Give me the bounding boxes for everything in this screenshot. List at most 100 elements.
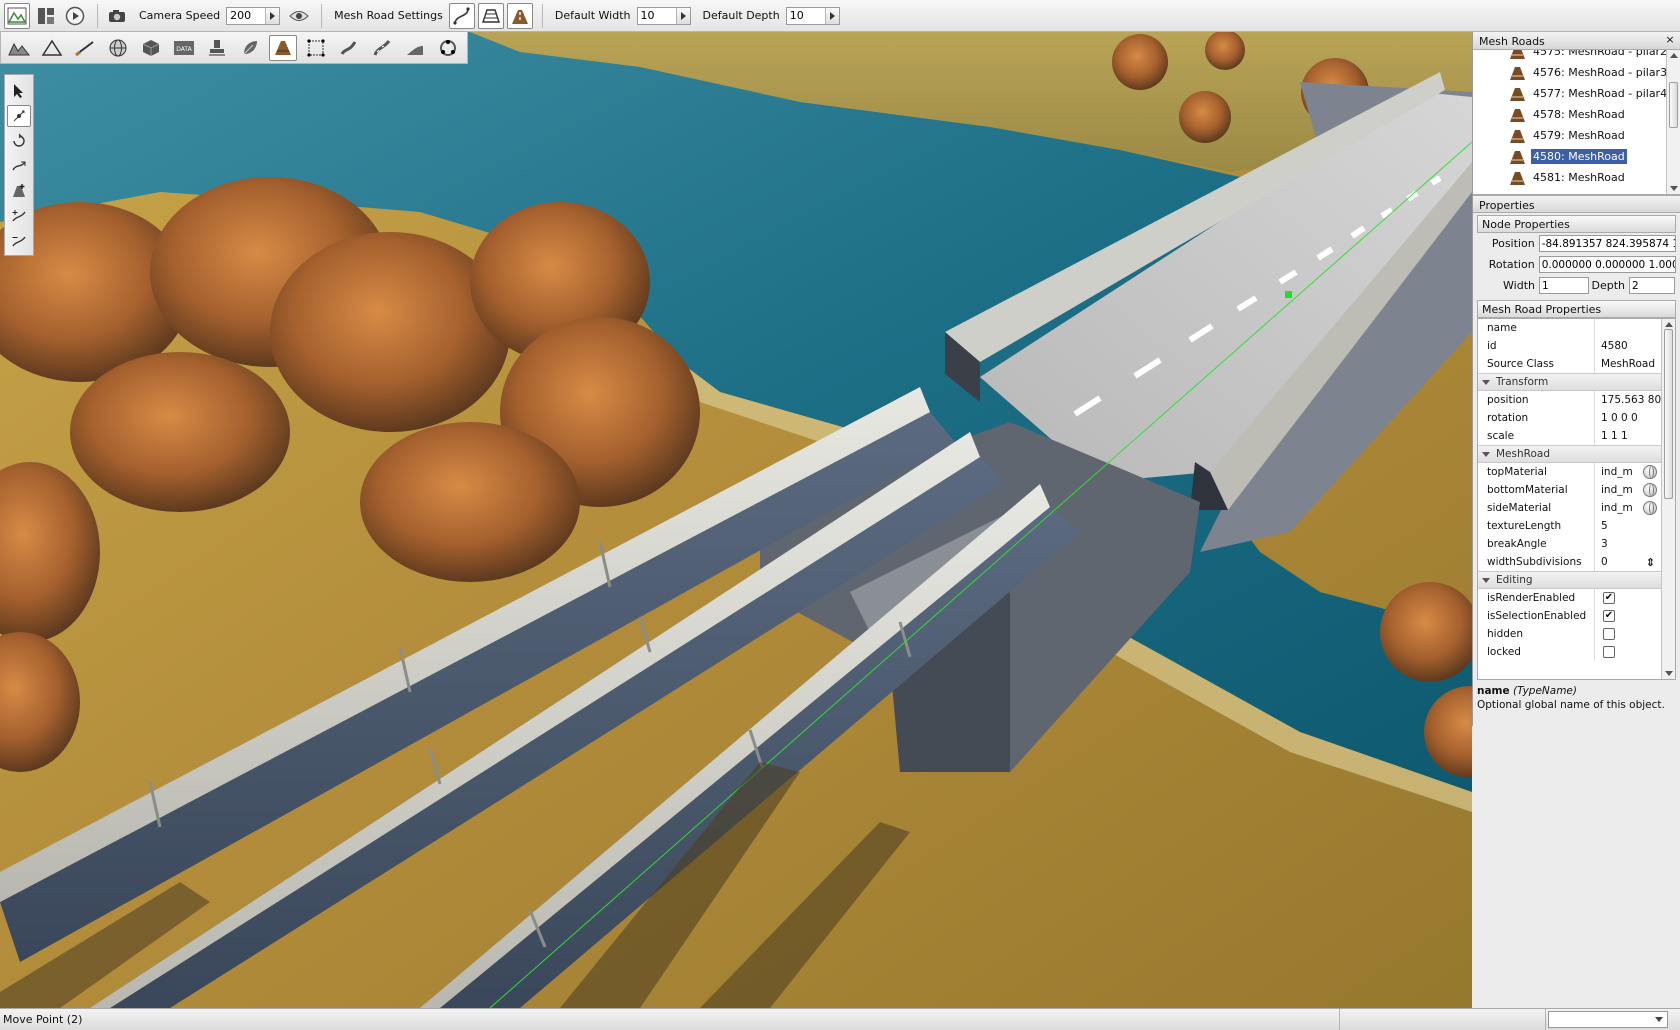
inspector-scrollbar[interactable] <box>1661 319 1675 679</box>
mesh-road-list-item[interactable]: 4577: MeshRoad - pilar4 <box>1473 83 1669 104</box>
inspector-field-row[interactable]: id 4580 <box>1478 337 1675 355</box>
inspector-field-row[interactable]: rotation 1 0 0 0 <box>1478 409 1675 427</box>
node-position-input[interactable] <box>1538 235 1676 252</box>
mesh-road-list-item[interactable]: 4575: MeshRoad - pilar2 <box>1473 50 1669 62</box>
material-picker-icon[interactable] <box>1643 465 1657 479</box>
inspector-field-row[interactable]: topMaterial ind_m <box>1478 463 1675 481</box>
create-road-tool-button[interactable] <box>7 180 31 202</box>
camera-speed-field[interactable] <box>226 6 281 25</box>
mesh-roads-tree[interactable]: 4581: MeshRoad 4580: MeshRoad 4579: MeshRo… <box>1473 50 1680 195</box>
inspector-field-row[interactable]: breakAngle 3 <box>1478 535 1675 553</box>
mesh-road-icon <box>1510 108 1525 122</box>
inspector-field-row[interactable]: textureLength 5 <box>1478 517 1675 535</box>
scroll-thumb[interactable] <box>1664 329 1673 499</box>
material-picker-icon[interactable] <box>1643 483 1657 497</box>
toolbar-separator <box>97 3 98 28</box>
mesh-road-editor-button[interactable] <box>269 34 297 61</box>
material-editor-button[interactable] <box>71 35 99 61</box>
decal-editor-button[interactable] <box>203 35 231 61</box>
mesh-road-inspector[interactable]: name id 4580 Source Class MeshRoad Transform p… <box>1477 318 1676 680</box>
rotate-point-tool-button[interactable] <box>7 130 31 152</box>
node-rotation-input[interactable] <box>1538 256 1676 273</box>
inspector-field-value-text: 5 <box>1601 520 1608 532</box>
mesh-road-list-item[interactable]: 4578: MeshRoad <box>1473 104 1627 125</box>
terrain-painter-button[interactable] <box>38 35 66 61</box>
inspector-section-header[interactable]: Transform <box>1478 373 1675 391</box>
remove-node-tool-button[interactable] <box>7 230 31 252</box>
node-depth-input[interactable] <box>1629 277 1675 294</box>
scroll-thumb[interactable] <box>1669 82 1678 128</box>
camera-speed-arrow[interactable] <box>265 7 280 24</box>
checkbox[interactable] <box>1603 646 1615 658</box>
default-width-label: Default Width <box>554 9 631 22</box>
selected-node-marker[interactable] <box>1285 291 1292 298</box>
camera-button[interactable] <box>104 3 130 29</box>
sketch-tool-button[interactable] <box>104 35 132 61</box>
mesh-road-list-item[interactable]: 4580: MeshRoad <box>1473 146 1627 167</box>
spline-mode-button[interactable] <box>448 2 475 29</box>
scene-viewport[interactable] <box>0 32 1472 1008</box>
spinner-icon[interactable]: ⇕ <box>1646 556 1655 569</box>
wireframe-mode-button[interactable] <box>477 2 504 29</box>
inspector-field-row[interactable]: scale 1 1 1 <box>1478 427 1675 445</box>
camera-speed-input[interactable] <box>227 7 266 24</box>
river-editor-button[interactable] <box>335 35 363 61</box>
forest-editor-button[interactable] <box>236 35 264 61</box>
add-node-tool-button[interactable] <box>7 205 31 227</box>
mesh-road-list-item[interactable]: 4581: MeshRoad <box>1473 167 1627 188</box>
scale-point-tool-button[interactable] <box>7 155 31 177</box>
mesh-roads-scrollbar[interactable] <box>1666 50 1680 194</box>
inspector-field-row[interactable]: position 175.563 800 <box>1478 391 1675 409</box>
datablock-editor-button[interactable] <box>137 35 165 61</box>
play-button[interactable] <box>62 3 88 29</box>
inspector-field-row[interactable]: name <box>1478 319 1675 337</box>
inspector-field-row[interactable]: sideMaterial ind_m <box>1478 499 1675 517</box>
status-combo[interactable] <box>1548 1011 1668 1028</box>
inspector-field-key: position <box>1487 394 1529 406</box>
road-icon <box>511 9 528 24</box>
checkbox[interactable]: ✔ <box>1603 592 1615 604</box>
scene-render[interactable] <box>0 32 1472 1008</box>
mesh-road-list-item[interactable]: 4576: MeshRoad - pilar3 <box>1473 62 1669 83</box>
move-point-tool-button[interactable] <box>7 105 31 127</box>
default-depth-field[interactable] <box>785 6 840 25</box>
road-render-button[interactable] <box>506 2 533 29</box>
data-button[interactable]: DATA <box>170 35 198 61</box>
checkbox[interactable] <box>1603 628 1615 640</box>
terrain-editor-button[interactable] <box>5 35 33 61</box>
inspector-field-row[interactable]: widthSubdivisions 0 ⇕ <box>1478 553 1675 571</box>
node-width-input[interactable] <box>1539 277 1589 294</box>
world-editor-button[interactable] <box>4 2 30 29</box>
particle-editor-button[interactable] <box>302 35 330 61</box>
select-tool-button[interactable] <box>7 80 31 102</box>
checkbox[interactable]: ✔ <box>1603 610 1615 622</box>
inspector-field-row[interactable]: hidden <box>1478 625 1675 643</box>
properties-panel-title: Properties <box>1473 195 1680 213</box>
material-picker-icon[interactable] <box>1643 501 1657 515</box>
inspector-field-row[interactable]: Source Class MeshRoad <box>1478 355 1675 373</box>
gui-editor-button[interactable] <box>33 3 59 29</box>
default-depth-input[interactable] <box>786 7 825 24</box>
inspector-section-header[interactable]: Editing <box>1478 571 1675 589</box>
scroll-up-icon[interactable] <box>1665 322 1673 327</box>
inspector-field-row[interactable]: isRenderEnabled ✔ <box>1478 589 1675 607</box>
close-icon[interactable]: × <box>1664 34 1676 46</box>
scroll-down-icon[interactable] <box>1670 186 1678 191</box>
inspector-section-header[interactable]: MeshRoad <box>1478 445 1675 463</box>
inspector-field-row[interactable]: isSelectionEnabled ✔ <box>1478 607 1675 625</box>
default-width-input[interactable] <box>637 7 676 24</box>
navmesh-editor-button[interactable] <box>434 35 462 61</box>
default-width-field[interactable] <box>636 6 691 25</box>
decal-road-editor-button[interactable] <box>401 35 429 61</box>
scroll-up-icon[interactable] <box>1670 53 1678 58</box>
default-depth-arrow[interactable] <box>824 7 839 24</box>
inspector-field-row[interactable]: locked <box>1478 643 1675 661</box>
mesh-road-list-item[interactable]: 4579: MeshRoad <box>1473 125 1627 146</box>
visibility-button[interactable] <box>286 3 312 29</box>
scroll-down-icon[interactable] <box>1665 671 1673 676</box>
inspector-field-row[interactable]: bottomMaterial ind_m <box>1478 481 1675 499</box>
default-width-arrow[interactable] <box>675 7 690 24</box>
expand-arrow-icon <box>1482 379 1490 385</box>
road-editor-button[interactable] <box>368 35 396 61</box>
scale-icon <box>12 161 26 171</box>
